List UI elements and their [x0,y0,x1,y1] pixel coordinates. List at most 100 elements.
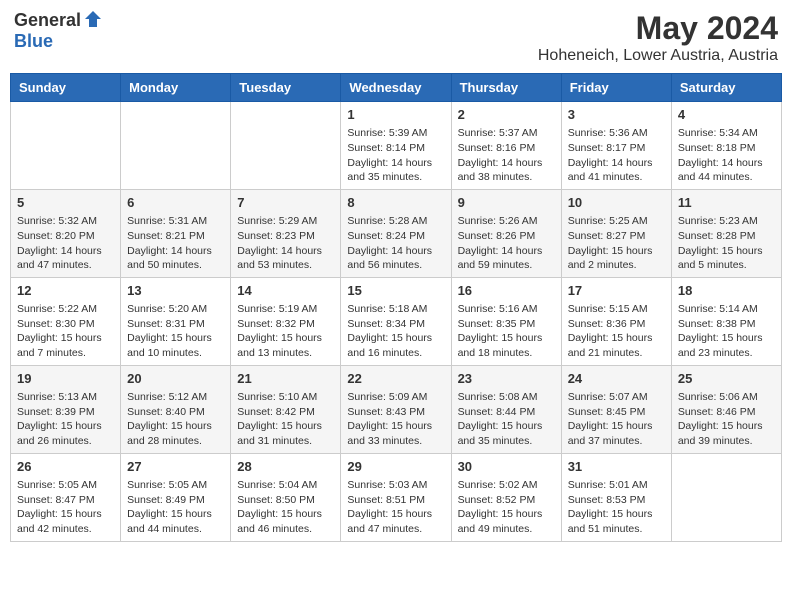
day-info: Sunrise: 5:22 AM Sunset: 8:30 PM Dayligh… [17,302,114,361]
calendar-cell: 31 Sunrise: 5:01 AM Sunset: 8:53 PM Dayli… [561,453,671,541]
calendar-cell: 7 Sunrise: 5:29 AM Sunset: 8:23 PM Daylig… [231,189,341,277]
calendar-cell: 27 Sunrise: 5:05 AM Sunset: 8:49 PM Dayli… [121,453,231,541]
calendar-cell: 12 Sunrise: 5:22 AM Sunset: 8:30 PM Dayli… [11,277,121,365]
calendar-cell: 11 Sunrise: 5:23 AM Sunset: 8:28 PM Dayli… [671,189,781,277]
day-info: Sunrise: 5:14 AM Sunset: 8:38 PM Dayligh… [678,302,775,361]
day-info: Sunrise: 5:10 AM Sunset: 8:42 PM Dayligh… [237,390,334,449]
day-info: Sunrise: 5:23 AM Sunset: 8:28 PM Dayligh… [678,214,775,273]
day-info: Sunrise: 5:07 AM Sunset: 8:45 PM Dayligh… [568,390,665,449]
day-info: Sunrise: 5:15 AM Sunset: 8:36 PM Dayligh… [568,302,665,361]
calendar-cell: 26 Sunrise: 5:05 AM Sunset: 8:47 PM Dayli… [11,453,121,541]
calendar-header-monday: Monday [121,74,231,102]
day-number: 18 [678,282,775,300]
calendar-cell: 15Sunrise: 5:18 AM Sunset: 8:34 PM Dayli… [341,277,451,365]
calendar-week-2: 5 Sunrise: 5:32 AM Sunset: 8:20 PM Daylig… [11,189,782,277]
day-info: Sunrise: 5:02 AM Sunset: 8:52 PM Dayligh… [458,478,555,537]
calendar-cell: 4Sunrise: 5:34 AM Sunset: 8:18 PM Daylig… [671,102,781,190]
calendar-header-tuesday: Tuesday [231,74,341,102]
calendar-header-friday: Friday [561,74,671,102]
calendar-cell [121,102,231,190]
day-info: Sunrise: 5:20 AM Sunset: 8:31 PM Dayligh… [127,302,224,361]
day-info: Sunrise: 5:19 AM Sunset: 8:32 PM Dayligh… [237,302,334,361]
day-info: Sunrise: 5:13 AM Sunset: 8:39 PM Dayligh… [17,390,114,449]
day-number: 17 [568,282,665,300]
day-info: Sunrise: 5:32 AM Sunset: 8:20 PM Dayligh… [17,214,114,273]
calendar-cell: 23 Sunrise: 5:08 AM Sunset: 8:44 PM Dayli… [451,365,561,453]
calendar-cell [671,453,781,541]
day-number: 10 [568,194,665,212]
calendar-table: SundayMondayTuesdayWednesdayThursdayFrid… [10,73,782,542]
calendar-cell: 2Sunrise: 5:37 AM Sunset: 8:16 PM Daylig… [451,102,561,190]
day-number: 22 [347,370,444,388]
day-info: Sunrise: 5:05 AM Sunset: 8:47 PM Dayligh… [17,478,114,537]
title-section: May 2024 Hoheneich, Lower Austria, Austr… [538,10,778,65]
day-info: Sunrise: 5:05 AM Sunset: 8:49 PM Dayligh… [127,478,224,537]
day-info: Sunrise: 5:36 AM Sunset: 8:17 PM Dayligh… [568,126,665,185]
day-info: Sunrise: 5:12 AM Sunset: 8:40 PM Dayligh… [127,390,224,449]
calendar-cell: 28Sunrise: 5:04 AM Sunset: 8:50 PM Dayli… [231,453,341,541]
day-info: Sunrise: 5:04 AM Sunset: 8:50 PM Dayligh… [237,478,334,537]
day-number: 23 [458,370,555,388]
day-info: Sunrise: 5:06 AM Sunset: 8:46 PM Dayligh… [678,390,775,449]
calendar-cell: 18 Sunrise: 5:14 AM Sunset: 8:38 PM Dayli… [671,277,781,365]
calendar-header-saturday: Saturday [671,74,781,102]
calendar-cell: 30Sunrise: 5:02 AM Sunset: 8:52 PM Dayli… [451,453,561,541]
calendar-cell: 20Sunrise: 5:12 AM Sunset: 8:40 PM Dayli… [121,365,231,453]
day-number: 14 [237,282,334,300]
day-info: Sunrise: 5:25 AM Sunset: 8:27 PM Dayligh… [568,214,665,273]
day-number: 1 [347,106,444,124]
day-number: 21 [237,370,334,388]
logo-general-text: General [14,10,81,31]
page-header: General Blue May 2024 Hoheneich, Lower A… [10,10,782,65]
day-number: 24 [568,370,665,388]
day-number: 26 [17,458,114,476]
calendar-cell: 25Sunrise: 5:06 AM Sunset: 8:46 PM Dayli… [671,365,781,453]
day-number: 31 [568,458,665,476]
day-info: Sunrise: 5:28 AM Sunset: 8:24 PM Dayligh… [347,214,444,273]
day-info: Sunrise: 5:09 AM Sunset: 8:43 PM Dayligh… [347,390,444,449]
calendar-cell: 17 Sunrise: 5:15 AM Sunset: 8:36 PM Dayli… [561,277,671,365]
calendar-week-4: 19 Sunrise: 5:13 AM Sunset: 8:39 PM Dayli… [11,365,782,453]
day-info: Sunrise: 5:18 AM Sunset: 8:34 PM Dayligh… [347,302,444,361]
calendar-cell: 1Sunrise: 5:39 AM Sunset: 8:14 PM Daylig… [341,102,451,190]
day-number: 2 [458,106,555,124]
day-number: 3 [568,106,665,124]
calendar-cell: 29 Sunrise: 5:03 AM Sunset: 8:51 PM Dayli… [341,453,451,541]
calendar-header-wednesday: Wednesday [341,74,451,102]
calendar-week-3: 12 Sunrise: 5:22 AM Sunset: 8:30 PM Dayli… [11,277,782,365]
day-number: 5 [17,194,114,212]
day-number: 29 [347,458,444,476]
calendar-cell: 16Sunrise: 5:16 AM Sunset: 8:35 PM Dayli… [451,277,561,365]
logo-icon [83,9,103,29]
calendar-cell: 10 Sunrise: 5:25 AM Sunset: 8:27 PM Dayli… [561,189,671,277]
day-info: Sunrise: 5:34 AM Sunset: 8:18 PM Dayligh… [678,126,775,185]
day-info: Sunrise: 5:26 AM Sunset: 8:26 PM Dayligh… [458,214,555,273]
day-number: 7 [237,194,334,212]
day-number: 12 [17,282,114,300]
logo: General Blue [14,10,103,52]
calendar-cell: 21 Sunrise: 5:10 AM Sunset: 8:42 PM Dayli… [231,365,341,453]
calendar-cell: 24 Sunrise: 5:07 AM Sunset: 8:45 PM Dayli… [561,365,671,453]
day-number: 13 [127,282,224,300]
day-info: Sunrise: 5:08 AM Sunset: 8:44 PM Dayligh… [458,390,555,449]
calendar-week-5: 26 Sunrise: 5:05 AM Sunset: 8:47 PM Dayli… [11,453,782,541]
day-number: 27 [127,458,224,476]
day-info: Sunrise: 5:29 AM Sunset: 8:23 PM Dayligh… [237,214,334,273]
location-subtitle: Hoheneich, Lower Austria, Austria [538,47,778,65]
day-info: Sunrise: 5:01 AM Sunset: 8:53 PM Dayligh… [568,478,665,537]
month-title: May 2024 [538,10,778,47]
calendar-cell: 22 Sunrise: 5:09 AM Sunset: 8:43 PM Dayli… [341,365,451,453]
day-number: 11 [678,194,775,212]
day-number: 16 [458,282,555,300]
calendar-cell: 14 Sunrise: 5:19 AM Sunset: 8:32 PM Dayli… [231,277,341,365]
calendar-cell: 6Sunrise: 5:31 AM Sunset: 8:21 PM Daylig… [121,189,231,277]
calendar-header-row: SundayMondayTuesdayWednesdayThursdayFrid… [11,74,782,102]
day-number: 19 [17,370,114,388]
calendar-cell [231,102,341,190]
calendar-cell [11,102,121,190]
calendar-cell: 9Sunrise: 5:26 AM Sunset: 8:26 PM Daylig… [451,189,561,277]
day-info: Sunrise: 5:03 AM Sunset: 8:51 PM Dayligh… [347,478,444,537]
day-info: Sunrise: 5:31 AM Sunset: 8:21 PM Dayligh… [127,214,224,273]
calendar-cell: 8Sunrise: 5:28 AM Sunset: 8:24 PM Daylig… [341,189,451,277]
calendar-header-sunday: Sunday [11,74,121,102]
